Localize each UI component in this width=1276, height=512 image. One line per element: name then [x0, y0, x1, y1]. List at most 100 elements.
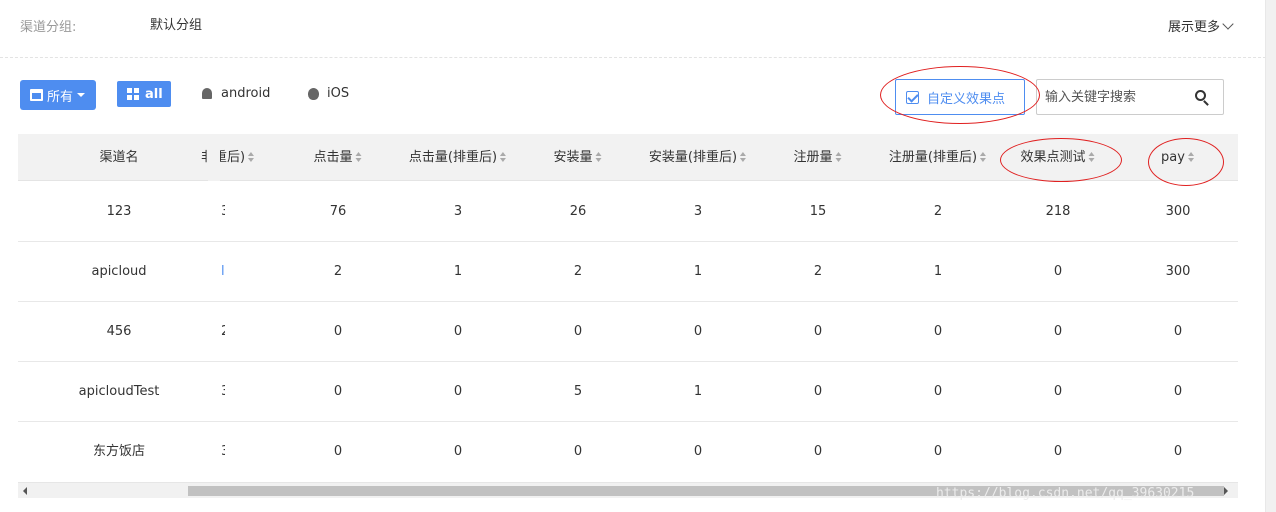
column-header-label: 点击量(排重后): [408, 150, 498, 165]
sort-icon[interactable]: [500, 152, 507, 162]
table-cell: 0: [453, 324, 463, 339]
table-cell: 1: [933, 264, 943, 279]
sort-icon[interactable]: [980, 152, 987, 162]
table-cell: 2: [221, 302, 225, 362]
table-cell: 300: [1165, 264, 1191, 279]
table-cell: 0: [1173, 384, 1183, 399]
table-cell: 0: [693, 324, 703, 339]
sort-icon[interactable]: [835, 152, 843, 162]
table-cell: 2: [573, 264, 583, 279]
sort-icon[interactable]: [355, 152, 363, 162]
column-header-label: 注册量(排重后): [888, 150, 978, 165]
table-cell: 2: [333, 264, 343, 279]
show-more-label: 展示更多: [1168, 20, 1221, 35]
table-cell: 3: [221, 362, 225, 422]
caret-down-icon: [77, 93, 86, 97]
table-cell: 26: [569, 204, 587, 219]
sort-icon[interactable]: [595, 152, 603, 162]
table-cell: 5: [573, 384, 583, 399]
platform-ios-button[interactable]: iOS: [308, 86, 349, 101]
search-input[interactable]: [1037, 80, 1187, 114]
column-header-sortable[interactable]: 安装量(排重后): [649, 134, 747, 181]
search-box: [1036, 79, 1224, 115]
table-cell: 1: [693, 264, 703, 279]
chevron-down-icon: [1222, 18, 1234, 30]
show-more-toggle[interactable]: 展示更多: [1168, 16, 1234, 35]
table-cell: 0: [573, 324, 583, 339]
calendar-icon: [30, 89, 43, 101]
column-header-sortable[interactable]: pay: [1161, 134, 1195, 181]
table-cell: 0: [813, 444, 823, 459]
column-header-label: 效果点测试: [1020, 150, 1086, 165]
table-cell: l: [221, 264, 225, 279]
apple-icon: [308, 87, 319, 100]
watermark: https://blog.csdn.net/qq_39630215: [936, 486, 1195, 501]
table-cell: 0: [813, 384, 823, 399]
table-cell: 0: [813, 324, 823, 339]
column-header-sortable[interactable]: 注册量(排重后): [889, 134, 987, 181]
search-icon[interactable]: [1195, 90, 1206, 101]
platform-all-label: all: [145, 86, 163, 102]
table-cell: 0: [1053, 324, 1063, 339]
scroll-left-arrow-icon[interactable]: [23, 487, 27, 495]
all-dropdown-label: 所有: [47, 89, 74, 105]
table-cell: 1: [453, 264, 463, 279]
table-row: apicloudTest300510000: [18, 362, 1238, 422]
table-cell: 0: [333, 444, 343, 459]
sort-icon[interactable]: [1187, 152, 1195, 162]
custom-effect-point-label: 自定义效果点: [927, 91, 1006, 107]
all-dropdown-button[interactable]: 所有: [20, 80, 96, 110]
table-row: 东方饭店 3 0 0 0 0 0 0 0 0: [18, 422, 1238, 480]
table-cell: 0: [333, 324, 343, 339]
column-header-sortable[interactable]: 注册量: [793, 134, 842, 181]
scroll-clip-edge: [208, 134, 220, 181]
column-header-sortable[interactable]: 点击量(排重后): [409, 134, 507, 181]
cell-channel-name: apicloudTest: [78, 384, 160, 399]
custom-effect-point-checkbox[interactable]: 自定义效果点: [895, 79, 1025, 115]
android-icon: [202, 88, 212, 99]
toolbar: 所有 all android iOS 自定义效果点: [0, 78, 1276, 118]
column-header-channel-name: 渠道名: [99, 134, 138, 181]
column-header-sortable[interactable]: 效果点测试: [1020, 134, 1095, 181]
cell-channel-name: 456: [106, 324, 132, 339]
sort-icon[interactable]: [248, 152, 255, 162]
column-header-sortable[interactable]: 安装量: [553, 134, 602, 181]
table-cell: 15: [809, 204, 827, 219]
table-cell: 0: [1173, 444, 1183, 459]
table-cell: 0: [573, 444, 583, 459]
table-cell: 3: [221, 422, 225, 480]
column-header-label: 渠道名: [99, 150, 139, 165]
platform-android-label: android: [221, 86, 271, 101]
table-cell: 0: [933, 384, 943, 399]
column-header-label: pay: [1161, 150, 1185, 165]
table-cell: 2: [933, 204, 943, 219]
grid-icon: [127, 88, 139, 100]
vertical-scrollbar[interactable]: [1265, 0, 1276, 512]
table-cell: 0: [333, 384, 343, 399]
table-header: 渠道名 非重后) 点击量 点击量(排重后) 安装量 安装量(排重后) 注册量 注册量(排重后)…: [18, 134, 1238, 181]
column-header-label: 安装量(排重后): [648, 150, 738, 165]
table-row: apicloud l 2 1 2 1 2 1 0 300: [18, 242, 1238, 302]
table-row: 456 2 0 0 0 0 0 0 0 0: [18, 302, 1238, 362]
channel-group-filter: 渠道分组: 默认分组 展示更多: [0, 0, 1276, 58]
column-header-sortable[interactable]: 点击量: [313, 134, 362, 181]
cell-channel-name: 123: [106, 204, 132, 219]
sort-icon[interactable]: [1088, 152, 1096, 162]
scroll-right-arrow-icon[interactable]: [1224, 487, 1228, 495]
table-cell: 0: [1053, 444, 1063, 459]
platform-android-button[interactable]: android: [202, 86, 270, 101]
channel-group-default[interactable]: 默认分组: [150, 14, 202, 33]
table-cell: 218: [1045, 204, 1071, 219]
platform-all-button[interactable]: all: [117, 81, 171, 107]
sort-icon[interactable]: [740, 152, 747, 162]
table-cell: 300: [1165, 204, 1191, 219]
channel-group-label: 渠道分组:: [20, 20, 77, 35]
column-header-label: 注册量: [793, 150, 833, 165]
table-cell: 3: [221, 182, 225, 242]
table-cell: 0: [933, 324, 943, 339]
cell-channel-name: 东方饭店: [92, 444, 146, 459]
platform-ios-label: iOS: [327, 86, 350, 101]
checkbox-checked-icon[interactable]: [906, 90, 919, 104]
table-cell: 0: [1053, 384, 1063, 399]
table-cell: 3: [453, 204, 463, 219]
